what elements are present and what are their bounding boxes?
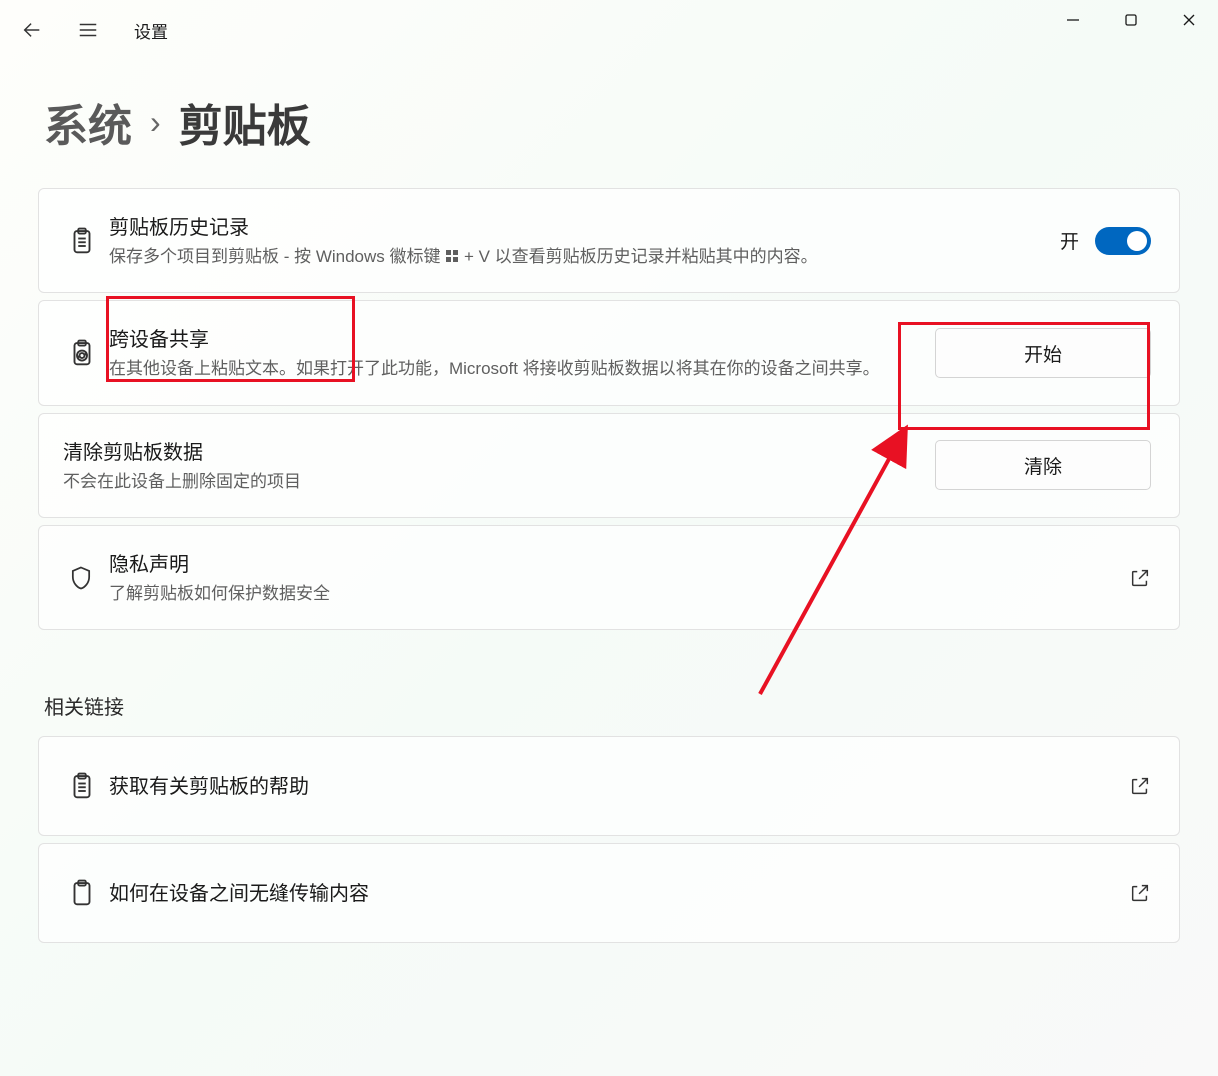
breadcrumb: 系统 › 剪贴板 [0, 60, 1218, 188]
related-links-header: 相关链接 [38, 637, 1180, 736]
window-controls [1044, 0, 1218, 40]
privacy-desc: 了解剪贴板如何保护数据安全 [109, 581, 1115, 607]
sync-text: 跨设备共享 在其他设备上粘贴文本。如果打开了此功能，Microsoft 将接收剪… [109, 323, 935, 382]
windows-logo-icon [445, 249, 459, 263]
breadcrumb-current: 剪贴板 [179, 90, 311, 154]
arrow-left-icon [21, 19, 43, 41]
external-link-icon [1129, 567, 1151, 589]
clipboard-blank-icon [67, 878, 109, 908]
title-bar-left: 设置 [8, 6, 168, 54]
privacy-text: 隐私声明 了解剪贴板如何保护数据安全 [109, 548, 1129, 607]
sync-start-button[interactable]: 开始 [935, 328, 1151, 378]
sync-control: 开始 [935, 328, 1151, 378]
breadcrumb-parent[interactable]: 系统 [44, 90, 132, 154]
transfer-link-card[interactable]: 如何在设备之间无缝传输内容 [38, 843, 1180, 943]
clear-clipboard-card: 清除剪贴板数据 不会在此设备上删除固定的项目 清除 [38, 413, 1180, 518]
title-bar: 设置 [0, 0, 1218, 60]
clipboard-history-desc: 保存多个项目到剪贴板 - 按 Windows 徽标键 + V 以查看剪贴板历史记… [109, 244, 1046, 270]
clipboard-history-card: 剪贴板历史记录 保存多个项目到剪贴板 - 按 Windows 徽标键 + V 以… [38, 188, 1180, 293]
clear-button[interactable]: 清除 [935, 440, 1151, 490]
nav-menu-button[interactable] [64, 6, 112, 54]
content-area: 剪贴板历史记录 保存多个项目到剪贴板 - 按 Windows 徽标键 + V 以… [0, 188, 1218, 943]
clear-control: 清除 [935, 440, 1151, 490]
transfer-link-text: 如何在设备之间无缝传输内容 [109, 877, 1129, 910]
help-link-title: 获取有关剪贴板的帮助 [109, 770, 1115, 799]
toggle-state-label: 开 [1060, 227, 1079, 254]
back-button[interactable] [8, 6, 56, 54]
clipboard-icon [67, 771, 109, 801]
maximize-button[interactable] [1102, 0, 1160, 40]
clear-title: 清除剪贴板数据 [63, 436, 921, 465]
privacy-statement-card[interactable]: 隐私声明 了解剪贴板如何保护数据安全 [38, 525, 1180, 630]
minimize-icon [1066, 13, 1080, 27]
close-icon [1182, 13, 1196, 27]
help-link-card[interactable]: 获取有关剪贴板的帮助 [38, 736, 1180, 836]
privacy-title: 隐私声明 [109, 548, 1115, 577]
clipboard-history-control: 开 [1060, 227, 1151, 255]
clear-desc: 不会在此设备上删除固定的项目 [63, 469, 921, 495]
clipboard-history-toggle[interactable] [1095, 227, 1151, 255]
shield-icon [67, 564, 109, 592]
close-button[interactable] [1160, 0, 1218, 40]
help-link-text: 获取有关剪贴板的帮助 [109, 770, 1129, 803]
external-link-icon [1129, 775, 1151, 797]
clipboard-sync-icon [67, 338, 109, 368]
sync-desc: 在其他设备上粘贴文本。如果打开了此功能，Microsoft 将接收剪贴板数据以将… [109, 356, 921, 382]
minimize-button[interactable] [1044, 0, 1102, 40]
external-link-icon [1129, 882, 1151, 904]
clipboard-history-text: 剪贴板历史记录 保存多个项目到剪贴板 - 按 Windows 徽标键 + V 以… [109, 211, 1060, 270]
sync-across-devices-card: 跨设备共享 在其他设备上粘贴文本。如果打开了此功能，Microsoft 将接收剪… [38, 300, 1180, 405]
clipboard-history-title: 剪贴板历史记录 [109, 211, 1046, 240]
app-title: 设置 [134, 18, 168, 43]
hamburger-icon [77, 19, 99, 41]
clipboard-icon [67, 226, 109, 256]
sync-title: 跨设备共享 [109, 323, 921, 352]
maximize-icon [1124, 13, 1138, 27]
transfer-link-title: 如何在设备之间无缝传输内容 [109, 877, 1115, 906]
chevron-right-icon: › [150, 104, 161, 141]
clear-text: 清除剪贴板数据 不会在此设备上删除固定的项目 [63, 436, 935, 495]
